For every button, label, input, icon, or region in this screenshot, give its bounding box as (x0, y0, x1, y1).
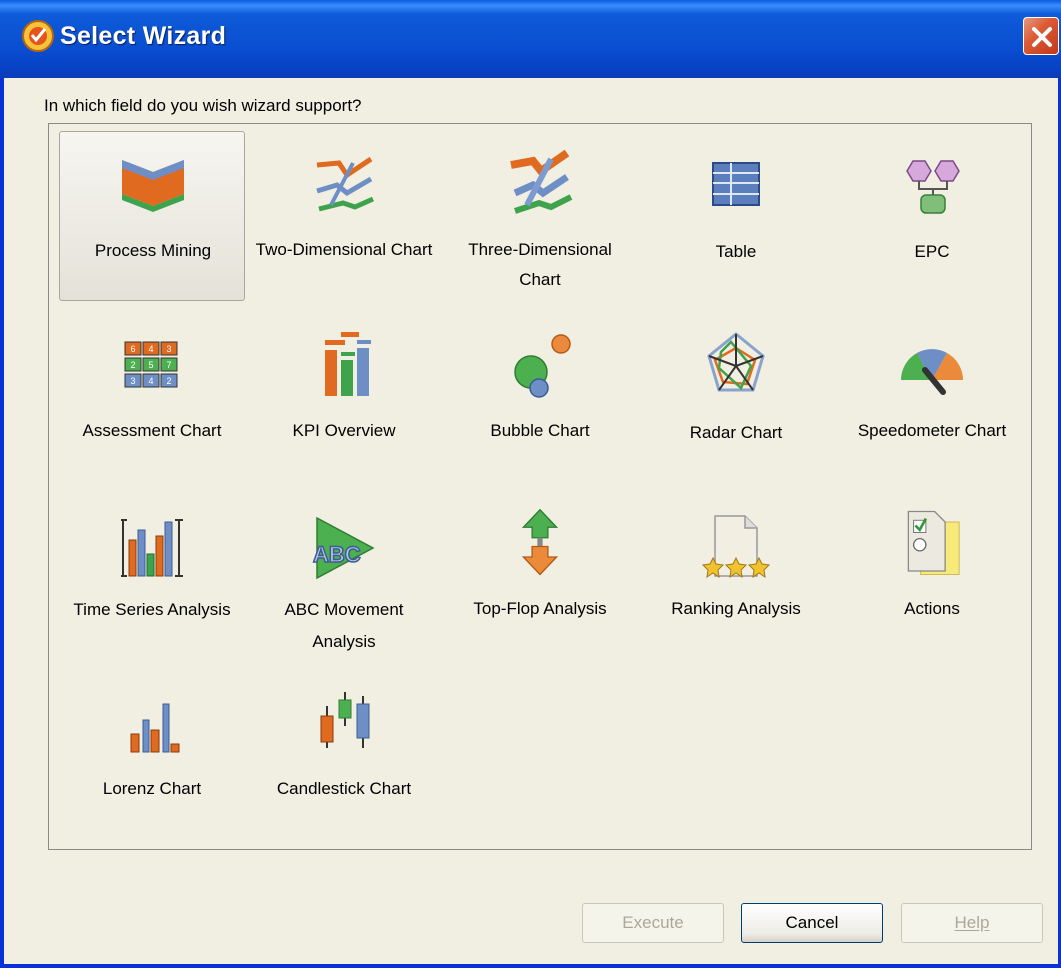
wizard-kpi-overview[interactable]: KPI Overview (251, 320, 437, 460)
wizard-label: Candlestick Chart (276, 779, 412, 798)
wizard-two-dimensional-chart[interactable]: Two-Dimensional Chart (251, 131, 437, 301)
title-bar[interactable]: Select Wizard (0, 0, 1061, 78)
assessment-cell-value: 5 (148, 360, 153, 370)
abc-movement-icon: ABC (312, 516, 375, 580)
wizard-label: ABC Movement Analysis (284, 600, 404, 651)
speedometer-chart-icon (901, 349, 963, 395)
wizard-speedometer-chart[interactable]: Speedometer Chart (839, 320, 1025, 460)
process-mining-icon (122, 160, 184, 212)
wizard-three-dimensional-chart[interactable]: Three-Dimensional Chart (447, 131, 633, 301)
two-dimensional-chart-icon (316, 156, 375, 212)
app-logo-icon (22, 20, 54, 52)
ranking-analysis-icon (701, 515, 771, 579)
abc-icon-text: ABC (313, 542, 361, 567)
assessment-cell-value: 3 (166, 344, 171, 354)
wizard-label: Assessment Chart (82, 421, 222, 440)
wizard-label: Process Mining (94, 241, 212, 260)
wizard-label: Two-Dimensional Chart (255, 240, 433, 259)
epc-icon (906, 160, 960, 214)
close-icon (1032, 27, 1052, 47)
help-button[interactable]: Help (901, 903, 1043, 943)
wizard-label: Lorenz Chart (102, 779, 202, 798)
wizard-label: Top-Flop Analysis (473, 599, 607, 618)
execute-button[interactable]: Execute (582, 903, 724, 943)
lorenz-chart-icon (130, 703, 180, 753)
wizard-label: Bubble Chart (490, 421, 590, 440)
wizard-assessment-chart[interactable]: 6 4 3 2 5 7 3 4 2 Assessment Chart (59, 320, 245, 460)
wizard-label: Three-Dimensional Chart (468, 240, 612, 289)
wizard-top-flop-analysis[interactable]: Top-Flop Analysis (447, 500, 633, 660)
wizard-abc-movement-analysis[interactable]: ABC ABC Movement Analysis (251, 500, 437, 660)
help-button-label: Help (954, 913, 990, 932)
wizard-label: Radar Chart (689, 423, 783, 442)
wizard-table[interactable]: Table (643, 131, 829, 301)
close-button[interactable] (1023, 17, 1059, 55)
wizard-label: KPI Overview (292, 421, 396, 440)
actions-icon (907, 510, 960, 575)
wizard-process-mining[interactable]: Process Mining (59, 131, 245, 301)
wizard-label: Speedometer Chart (857, 421, 1007, 440)
cancel-button[interactable]: Cancel (741, 903, 883, 943)
bubble-chart-icon (514, 334, 571, 398)
wizard-ranking-analysis[interactable]: Ranking Analysis (643, 500, 829, 660)
wizard-label: Actions (904, 599, 960, 618)
table-icon (712, 162, 760, 206)
assessment-cell-value: 2 (130, 360, 135, 370)
wizard-radar-chart[interactable]: Radar Chart (643, 320, 829, 460)
wizard-actions[interactable]: Actions (839, 500, 1025, 660)
assessment-cell-value: 7 (166, 360, 171, 370)
assessment-cell-value: 4 (148, 344, 153, 354)
top-flop-icon (521, 508, 559, 576)
assessment-cell-value: 3 (130, 376, 135, 386)
wizard-bubble-chart[interactable]: Bubble Chart (447, 320, 633, 460)
wizard-label: Ranking Analysis (671, 599, 801, 618)
wizard-time-series-analysis[interactable]: Time Series Analysis (59, 500, 245, 660)
prompt-text: In which field do you wish wizard suppor… (44, 96, 362, 115)
wizard-lorenz-chart[interactable]: Lorenz Chart (59, 680, 245, 810)
assessment-cell-value: 2 (166, 376, 171, 386)
assessment-cell-value: 4 (148, 376, 153, 386)
wizard-label: Table (715, 242, 757, 261)
wizard-epc[interactable]: EPC (839, 131, 1025, 301)
kpi-overview-icon (325, 332, 371, 396)
three-dimensional-chart-icon (510, 149, 573, 214)
radar-chart-icon (707, 332, 765, 392)
wizard-label: EPC (914, 242, 950, 261)
time-series-icon (121, 519, 183, 577)
wizard-label: Time Series Analysis (73, 600, 231, 619)
window-title: Select Wizard (60, 22, 227, 50)
wizard-candlestick-chart[interactable]: Candlestick Chart (251, 680, 437, 810)
assessment-chart-icon: 6 4 3 2 5 7 3 4 2 (124, 341, 178, 388)
assessment-cell-value: 6 (130, 344, 135, 354)
candlestick-chart-icon (320, 692, 370, 748)
